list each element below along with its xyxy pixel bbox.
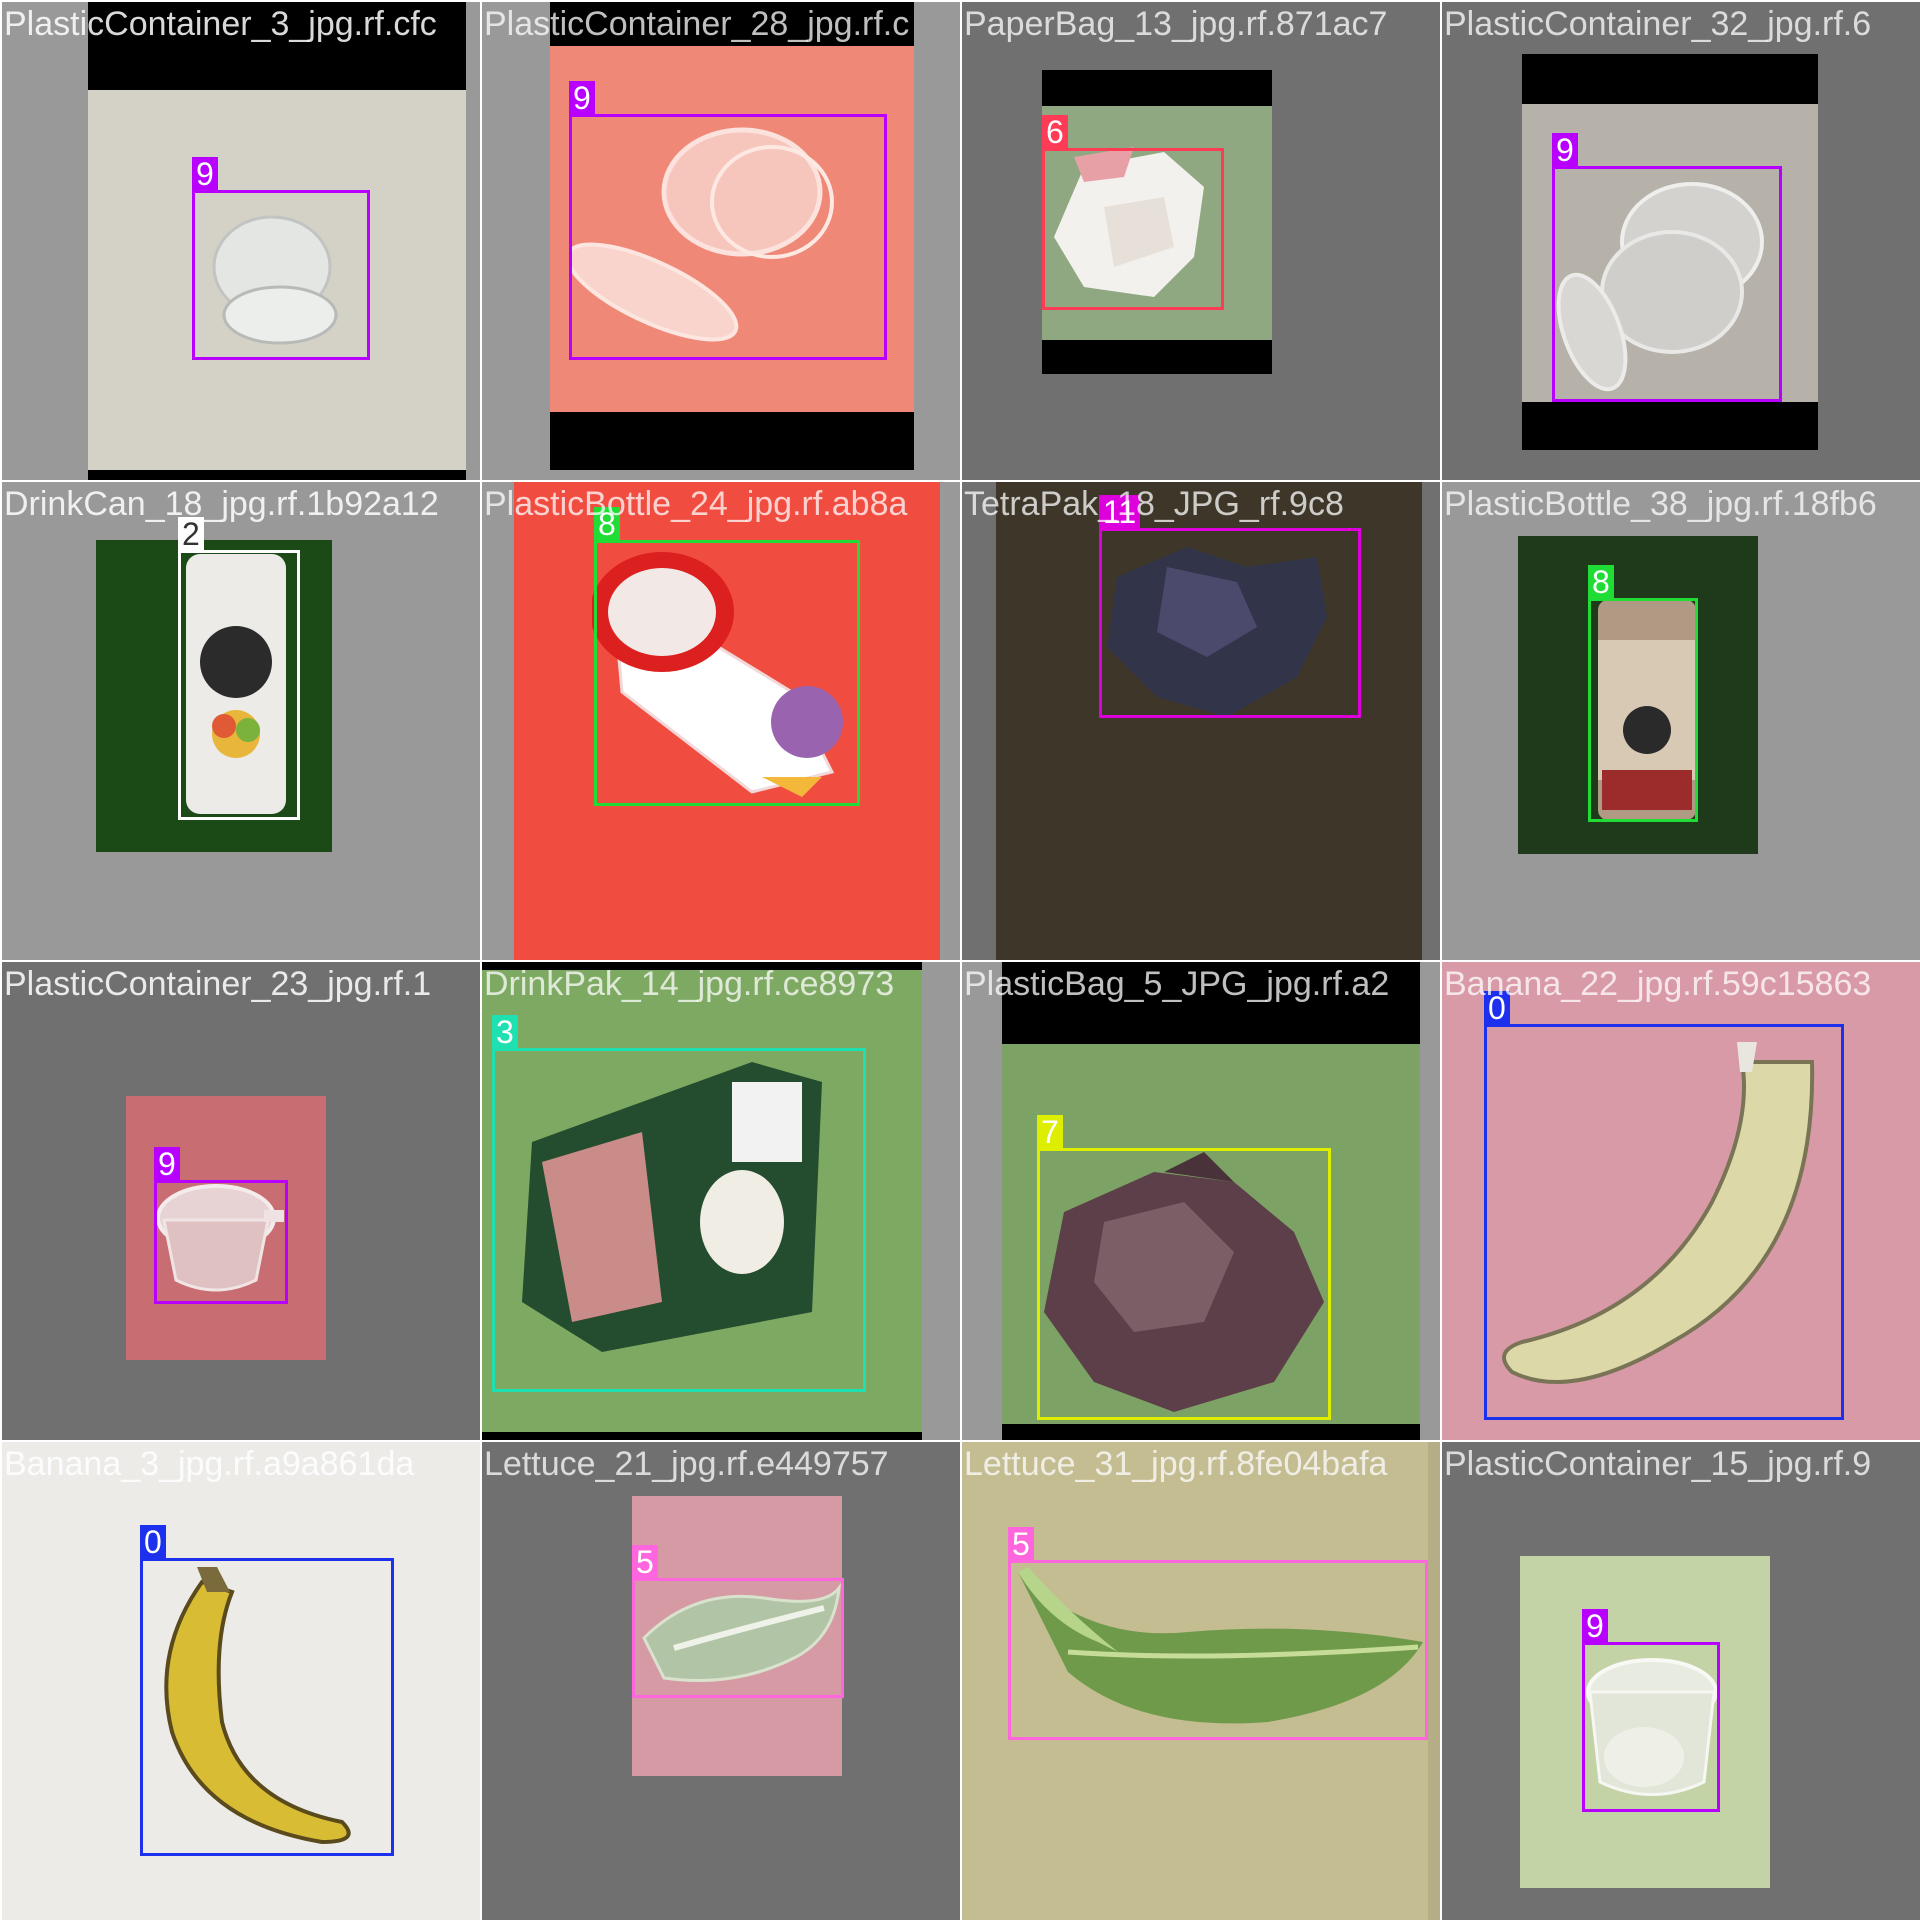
bounding-box: 2 (178, 517, 300, 820)
tile-5: 2 (2, 482, 480, 960)
filename-caption: PlasticBag_5_JPG_jpg.rf.a2 (964, 965, 1390, 1003)
filename-caption: Lettuce_21_jpg.rf.e449757 (484, 1445, 889, 1483)
bounding-box: 6 (1042, 115, 1224, 310)
class-label: 5 (1008, 1527, 1034, 1561)
filename-caption: PlasticBottle_38_jpg.rf.18fb6 (1444, 485, 1877, 523)
filename-caption: PaperBag_13_jpg.rf.871ac7 (964, 5, 1388, 43)
class-label: 8 (1588, 565, 1614, 599)
filename-caption: PlasticContainer_23_jpg.rf.1 (4, 965, 432, 1003)
filename-caption: PlasticBottle_24_jpg.rf.ab8a (484, 485, 908, 523)
grid-line (0, 1440, 1920, 1442)
bounding-box: 3 (492, 1015, 866, 1392)
bounding-box: 9 (569, 81, 887, 360)
class-label: 5 (632, 1545, 658, 1579)
filename-caption: Lettuce_31_jpg.rf.8fe04bafa (964, 1445, 1388, 1483)
tile-2: 9 (482, 2, 960, 480)
tile-6: 8 (482, 482, 960, 960)
tile-14: 5 (482, 1442, 960, 1920)
class-label: 9 (192, 157, 218, 191)
class-label: 9 (1582, 1609, 1608, 1643)
mosaic-grid: 9 9 6 9 2 8 11 8 9 3 7 0 0 5 5 9 Plastic… (0, 0, 1920, 1920)
letterbox-band (482, 1432, 922, 1440)
grid-line (0, 960, 1920, 962)
bounding-box: 0 (140, 1525, 394, 1856)
filename-caption: PlasticContainer_28_jpg.rf.c (484, 5, 910, 43)
filename-caption: DrinkCan_18_jpg.rf.1b92a12 (4, 485, 439, 523)
letterbox-band (550, 412, 914, 470)
letterbox-band (1522, 54, 1818, 104)
filename-caption: DrinkPak_14_jpg.rf.ce8973 (484, 965, 895, 1003)
bounding-box: 7 (1037, 1115, 1331, 1420)
class-label: 3 (492, 1015, 518, 1049)
tile-15: 5 (962, 1442, 1440, 1920)
letterbox-band (1042, 340, 1272, 374)
bounding-box: 11 (1099, 495, 1361, 718)
tile-8: 8 (1442, 482, 1920, 960)
class-label: 9 (569, 81, 595, 115)
class-label: 6 (1042, 115, 1068, 149)
grid-line (0, 480, 1920, 482)
bounding-box: 9 (1552, 133, 1782, 402)
tile-16: 9 (1442, 1442, 1920, 1920)
tile-11: 7 (962, 962, 1440, 1440)
bounding-box: 9 (1582, 1609, 1720, 1812)
bounding-box: 0 (1484, 991, 1844, 1420)
bounding-box: 8 (1588, 565, 1698, 822)
class-label: 9 (154, 1147, 180, 1181)
bounding-box: 5 (632, 1545, 844, 1698)
tile-1: 9 (2, 2, 480, 480)
tile-3: 6 (962, 2, 1440, 480)
class-label: 9 (1552, 133, 1578, 167)
filename-caption: Banana_3_jpg.rf.a9a861da (4, 1445, 415, 1483)
filename-caption: PlasticContainer_32_jpg.rf.6 (1444, 5, 1872, 43)
letterbox-band (1002, 1424, 1420, 1440)
tile-9: 9 (2, 962, 480, 1440)
tile-12: 0 (1442, 962, 1920, 1440)
class-label: 0 (140, 1525, 166, 1559)
tile-13: 0 (2, 1442, 480, 1920)
bounding-box: 9 (154, 1147, 288, 1304)
tile-7: 11 (962, 482, 1440, 960)
bounding-box: 9 (192, 157, 370, 360)
bounding-box: 5 (1008, 1527, 1428, 1740)
bounding-box: 8 (594, 507, 860, 806)
filename-caption: PlasticContainer_15_jpg.rf.9 (1444, 1445, 1872, 1483)
filename-caption: PlasticContainer_3_jpg.rf.cfc (4, 5, 437, 43)
tile-4: 9 (1442, 2, 1920, 480)
letterbox-band (1042, 70, 1272, 106)
letterbox-band (1522, 402, 1818, 450)
filename-caption: Banana_22_jpg.rf.59c15863 (1444, 965, 1872, 1003)
tile-10: 3 (482, 962, 960, 1440)
letterbox-band (88, 470, 466, 480)
class-label: 7 (1037, 1115, 1063, 1149)
filename-caption: TetraPak_18_JPG_rf.9c8 (964, 485, 1344, 523)
